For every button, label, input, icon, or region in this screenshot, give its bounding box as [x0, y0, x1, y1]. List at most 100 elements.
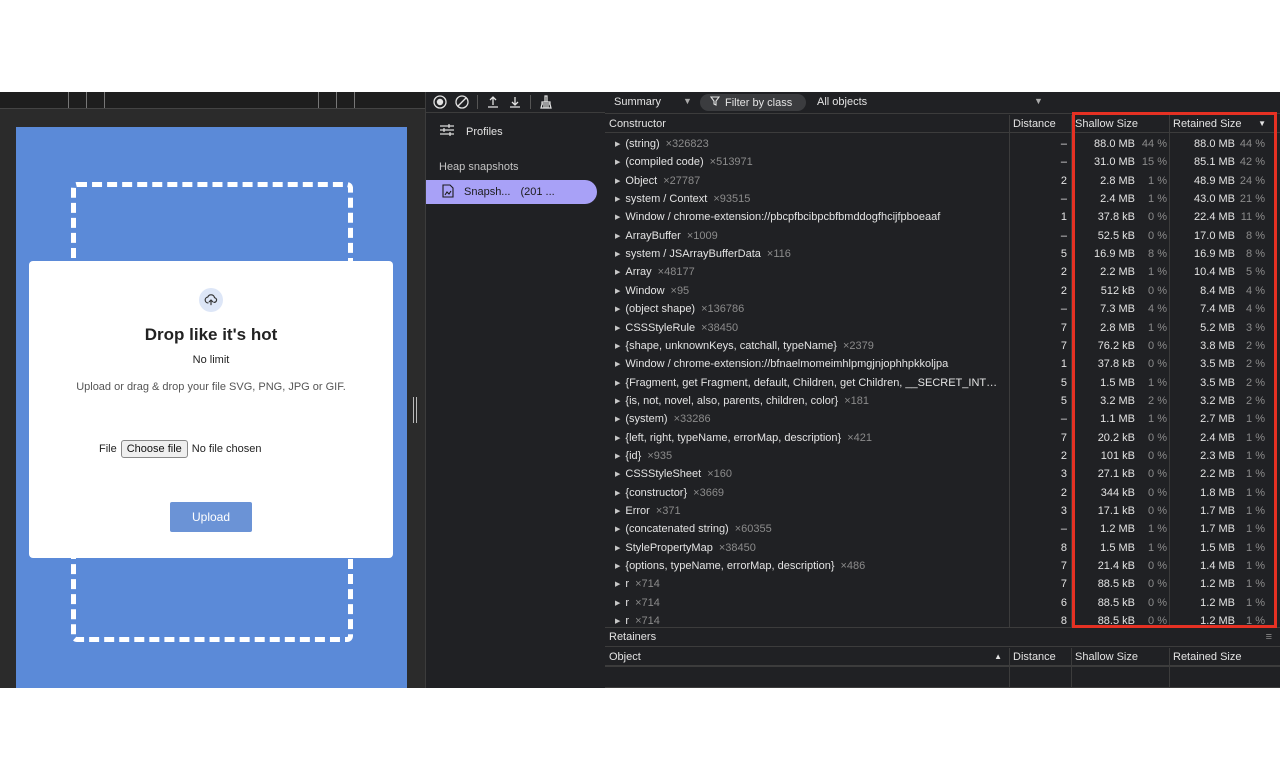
instance-count: ×486: [840, 560, 866, 573]
expand-triangle-icon[interactable]: ▶: [615, 178, 620, 185]
expand-triangle-icon[interactable]: ▶: [615, 453, 620, 460]
expand-triangle-icon[interactable]: ▶: [615, 380, 620, 387]
constructor-name-cell: ▶ (compiled code) ×513971: [615, 153, 1010, 172]
expand-triangle-icon[interactable]: ▶: [615, 306, 620, 313]
expand-triangle-icon[interactable]: ▶: [615, 471, 620, 478]
broom-icon[interactable]: [539, 95, 553, 109]
ret-col-header-distance[interactable]: Distance: [1009, 648, 1071, 666]
constructor-name: {shape, unknownKeys, catchall, typeName}: [625, 339, 837, 352]
col-header-constructor[interactable]: Constructor: [605, 115, 1009, 133]
download-icon[interactable]: [508, 95, 522, 109]
expand-triangle-icon[interactable]: ▶: [615, 490, 620, 497]
constructor-name: r: [625, 578, 630, 591]
expand-triangle-icon[interactable]: ▶: [615, 545, 620, 552]
upload-button[interactable]: Upload: [170, 502, 252, 532]
filter-placeholder: Filter by class: [725, 96, 793, 109]
upload-icon[interactable]: [486, 95, 500, 109]
snapshot-item[interactable]: Snapsh... (201 ...: [426, 180, 597, 204]
object-header-label: Object: [609, 651, 641, 663]
profiles-header[interactable]: Profiles: [440, 124, 503, 139]
modal-title: Drop like it's hot: [144, 325, 278, 344]
file-status-text: No file chosen: [191, 443, 262, 455]
expand-triangle-icon[interactable]: ▶: [615, 288, 620, 295]
heap-snapshots-heading: Heap snapshots: [439, 161, 519, 173]
record-icon[interactable]: [433, 95, 447, 109]
constructor-name: StylePropertyMap: [625, 541, 713, 554]
constructor-name: {Fragment, get Fragment, default, Childr…: [625, 376, 998, 389]
ret-col-header-shallow-size[interactable]: Shallow Size: [1071, 648, 1169, 666]
expand-triangle-icon[interactable]: ▶: [615, 526, 620, 533]
constructor-name-cell: ▶ (concatenated string) ×60355: [615, 520, 1010, 539]
instance-count: ×2379: [842, 339, 874, 352]
constructor-name: (compiled code): [625, 156, 704, 169]
choose-file-button[interactable]: Choose file: [120, 440, 188, 458]
expand-triangle-icon[interactable]: ▶: [615, 416, 620, 423]
panel-resize-handle[interactable]: [412, 397, 418, 423]
ret-col-header-retained-size[interactable]: Retained Size: [1169, 648, 1280, 666]
expand-triangle-icon[interactable]: ▶: [615, 600, 620, 607]
distance-cell: 1: [1060, 358, 1067, 371]
constructor-name: {is, not, novel, also, parents, children…: [625, 394, 839, 407]
expand-triangle-icon[interactable]: ▶: [615, 269, 620, 276]
constructor-name: Array: [625, 266, 652, 279]
distance-cell: –: [1060, 413, 1067, 426]
expand-triangle-icon[interactable]: ▶: [615, 251, 620, 258]
expand-triangle-icon[interactable]: ▶: [615, 141, 620, 148]
expand-triangle-icon[interactable]: ▶: [615, 508, 620, 515]
expand-triangle-icon[interactable]: ▶: [615, 618, 620, 625]
file-snapshot-icon: [442, 183, 454, 201]
page-viewport: Drop like it's hot No limit Upload or dr…: [0, 92, 425, 688]
expand-triangle-icon[interactable]: ▶: [615, 435, 620, 442]
expand-triangle-icon[interactable]: ▶: [615, 325, 620, 332]
constructor-name-cell: ▶ {options, typeName, errorMap, descripti…: [615, 557, 1010, 576]
filter-by-class-input[interactable]: Filter by class: [700, 94, 806, 111]
viewport-ruler: [0, 92, 425, 109]
retainers-header: Retainers ≡: [605, 627, 1280, 647]
expand-triangle-icon[interactable]: ▶: [615, 563, 620, 570]
distance-cell: 1: [1060, 211, 1067, 224]
expand-triangle-icon[interactable]: ▶: [615, 581, 620, 588]
modal-limit-text: No limit: [192, 354, 230, 366]
constructor-name-cell: ▶ system / Context ×93515: [615, 190, 1010, 209]
constructor-name-cell: ▶ Array ×48177: [615, 263, 1010, 282]
constructor-name-cell: ▶ Window / chrome-extension://pbcpfbcibpc…: [615, 208, 1010, 227]
constructor-name: Window / chrome-extension://bfnaelmomeim…: [625, 358, 949, 371]
expand-triangle-icon[interactable]: ▶: [615, 398, 620, 405]
constructor-name-cell: ▶ Object ×27787: [615, 172, 1010, 191]
col-header-distance[interactable]: Distance: [1009, 115, 1071, 133]
constructor-name: system / Context: [625, 193, 708, 206]
ruler-tick: [86, 92, 87, 108]
distance-cell: 2: [1060, 266, 1067, 279]
constructor-name: Window: [625, 284, 665, 297]
chevron-down-icon[interactable]: ▼: [683, 96, 692, 106]
view-select[interactable]: Summary: [614, 96, 661, 108]
expand-triangle-icon[interactable]: ▶: [615, 159, 620, 166]
instance-count: ×95: [670, 284, 690, 297]
distance-cell: 7: [1060, 578, 1067, 591]
constructor-name: (concatenated string): [625, 523, 729, 536]
instance-count: ×421: [847, 431, 872, 444]
instance-count: ×116: [766, 248, 791, 261]
objects-select[interactable]: All objects: [817, 96, 867, 108]
instance-count: ×714: [635, 578, 660, 591]
toolbar-divider: [477, 95, 478, 109]
chevron-down-icon[interactable]: ▼: [1034, 96, 1043, 106]
instance-count: ×935: [647, 449, 673, 462]
expand-triangle-icon[interactable]: ▶: [615, 214, 620, 221]
retainers-title: Retainers: [609, 631, 657, 643]
expand-triangle-icon[interactable]: ▶: [615, 196, 620, 203]
constructor-name: {constructor}: [625, 486, 688, 499]
expand-triangle-icon[interactable]: ▶: [615, 343, 620, 350]
snapshot-name: Snapsh...: [464, 186, 511, 198]
constructor-name: (string): [625, 138, 660, 150]
constructor-name-cell: ▶ {constructor} ×3669: [615, 484, 1010, 503]
col-header-object[interactable]: Object ▲: [605, 648, 1009, 666]
clear-icon[interactable]: [455, 95, 469, 109]
expand-triangle-icon[interactable]: ▶: [615, 361, 620, 368]
instance-count: ×38450: [718, 541, 756, 554]
expand-triangle-icon[interactable]: ▶: [615, 233, 620, 240]
constructor-name: ArrayBuffer: [625, 229, 681, 242]
constructor-name-cell: ▶ (system) ×33286: [615, 410, 1010, 429]
instance-count: ×136786: [701, 303, 745, 316]
menu-icon[interactable]: ≡: [1266, 628, 1272, 646]
